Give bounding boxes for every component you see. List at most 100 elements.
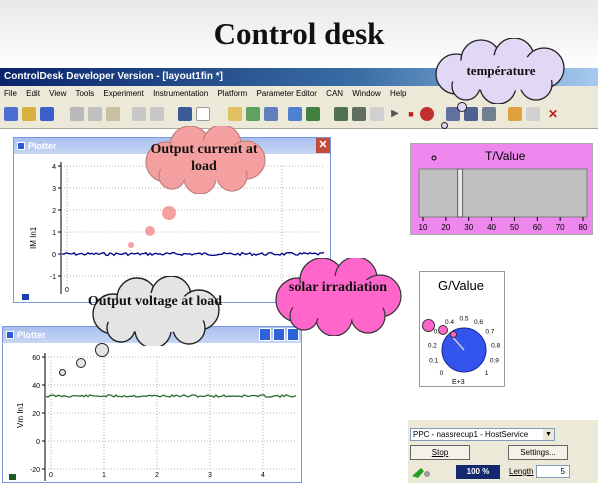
dial-multiplier: E+3	[452, 379, 465, 386]
menu-can[interactable]: CAN	[326, 89, 343, 98]
slider-tick-label: 50	[510, 223, 519, 232]
undo-icon[interactable]	[132, 107, 146, 121]
stop-icon[interactable]: ■	[404, 107, 418, 121]
record-icon[interactable]	[420, 107, 434, 121]
new-icon[interactable]	[4, 107, 18, 121]
y-tick-label: 4	[52, 164, 56, 171]
menu-help[interactable]: Help	[390, 89, 406, 98]
x-tick-label: 0	[49, 472, 53, 479]
test-mode-icon[interactable]	[370, 107, 384, 121]
eraser-icon[interactable]	[526, 107, 540, 121]
layout-icon[interactable]	[228, 107, 242, 121]
dial-tick-label: 1	[485, 370, 489, 377]
stop-button[interactable]: Stop	[410, 445, 470, 460]
temperature-callout-text: température	[466, 63, 536, 78]
menu-window[interactable]: Window	[352, 89, 380, 98]
service-select[interactable]: PPC - nassrecup1 - HostService ▼	[410, 428, 555, 441]
slider-tick-label: 80	[579, 223, 588, 232]
menu-platform[interactable]: Platform	[217, 89, 247, 98]
edit-mode-icon[interactable]	[352, 107, 366, 121]
callout-bubble	[59, 369, 66, 376]
callout-bubble	[457, 102, 467, 112]
y-tick-label: -20	[30, 467, 40, 474]
toolbar: ▶ ■ ✕	[0, 101, 598, 129]
plotter-current-ylabel: IM In1	[29, 226, 38, 249]
open-folder-icon[interactable]	[22, 107, 36, 121]
y-tick-label: 2	[52, 208, 56, 215]
solar-callout-text: solar irradiation	[288, 280, 388, 295]
current-trace	[61, 251, 325, 257]
y-tick-label: 0	[36, 439, 40, 446]
menu-parameter-editor[interactable]: Parameter Editor	[256, 89, 316, 98]
solar-callout: solar irradiation	[272, 258, 404, 336]
cut-icon[interactable]	[70, 107, 84, 121]
dial-tick-label: 0	[440, 370, 444, 377]
connection-icon	[410, 466, 432, 478]
service-select-value: PPC - nassrecup1 - HostService	[413, 430, 529, 439]
dial-tick-label: 0.1	[429, 357, 438, 364]
instrument-icon[interactable]	[246, 107, 260, 121]
voltage-trace	[45, 394, 297, 399]
table-icon[interactable]	[482, 107, 496, 121]
pencil-icon[interactable]	[508, 107, 522, 121]
connect-icon[interactable]	[288, 107, 302, 121]
minimize-icon[interactable]	[259, 328, 271, 341]
settings-button[interactable]: Settings...	[508, 445, 568, 460]
slider-tick-label: 20	[441, 223, 450, 232]
chevron-down-icon[interactable]: ▼	[543, 429, 554, 440]
menu-tools[interactable]: Tools	[75, 89, 94, 98]
y-tick-label: 3	[52, 186, 56, 193]
temperature-slider: T/Value 10 20 30 40 50 60 70 80	[418, 149, 588, 232]
y-tick-label: 20	[32, 411, 40, 418]
download-icon[interactable]	[306, 107, 320, 121]
x-tick-label: 4	[261, 472, 265, 479]
help-pointer-icon[interactable]	[196, 107, 210, 121]
plotter-voltage-ylabel: Vm In1	[16, 402, 25, 428]
progress-percent: 100 %	[456, 465, 500, 479]
play-icon[interactable]: ▶	[388, 107, 402, 121]
properties-icon[interactable]	[178, 107, 192, 121]
paste-icon[interactable]	[106, 107, 120, 121]
y-tick-label: 40	[32, 383, 40, 390]
callout-bubble	[128, 242, 134, 248]
y-tick-label: -1	[50, 274, 56, 281]
voltage-callout: Output voltage at load	[85, 276, 225, 346]
close-icon[interactable]: ✕	[316, 138, 330, 153]
animation-icon[interactable]	[334, 107, 348, 121]
slider-tick-label: 10	[419, 223, 428, 232]
temperature-panel-title: T/Value	[485, 149, 526, 163]
menu-view[interactable]: View	[49, 89, 66, 98]
platform-service-panel: PPC - nassrecup1 - HostService ▼ Stop Se…	[408, 420, 598, 483]
callout-bubble	[76, 358, 86, 368]
callout-bubble	[422, 319, 435, 332]
window-icon	[6, 331, 14, 339]
delete-icon[interactable]: ✕	[546, 107, 560, 121]
irradiation-panel-title: G/Value	[438, 278, 484, 293]
menu-edit[interactable]: Edit	[26, 89, 40, 98]
dial-tick-label: 0.7	[485, 329, 494, 336]
dial-tick-label: 0.6	[474, 319, 483, 326]
plotter-voltage-chart: 60 40 20 0 -20 0 1 2 3 4 Vm In1	[9, 353, 297, 481]
callout-bubble	[162, 206, 176, 220]
menu-experiment[interactable]: Experiment	[103, 89, 143, 98]
dial-tick-label: 0.8	[491, 343, 500, 350]
menu-file[interactable]: File	[4, 89, 17, 98]
plotter-voltage-title: Plotter	[17, 330, 46, 340]
menu-instrumentation[interactable]: Instrumentation	[153, 89, 208, 98]
temperature-slider-panel: T/Value 10 20 30 40 50 60 70 80	[410, 143, 593, 235]
legend-swatch	[9, 474, 16, 480]
redo-icon[interactable]	[150, 107, 164, 121]
copy-icon[interactable]	[88, 107, 102, 121]
temperature-slider-thumb[interactable]	[457, 168, 464, 218]
y-tick-label: 0	[52, 252, 56, 259]
y-tick-label: 1	[52, 230, 56, 237]
callout-bubble	[145, 226, 155, 236]
x-tick-label: 1	[102, 472, 106, 479]
slider-tick-label: 70	[556, 223, 565, 232]
length-input[interactable]: 5	[536, 465, 570, 478]
window-icon	[17, 142, 25, 150]
variable-icon[interactable]	[264, 107, 278, 121]
x-tick-label: 0	[65, 287, 69, 294]
save-icon[interactable]	[40, 107, 54, 121]
slider-tick-label: 60	[533, 223, 542, 232]
